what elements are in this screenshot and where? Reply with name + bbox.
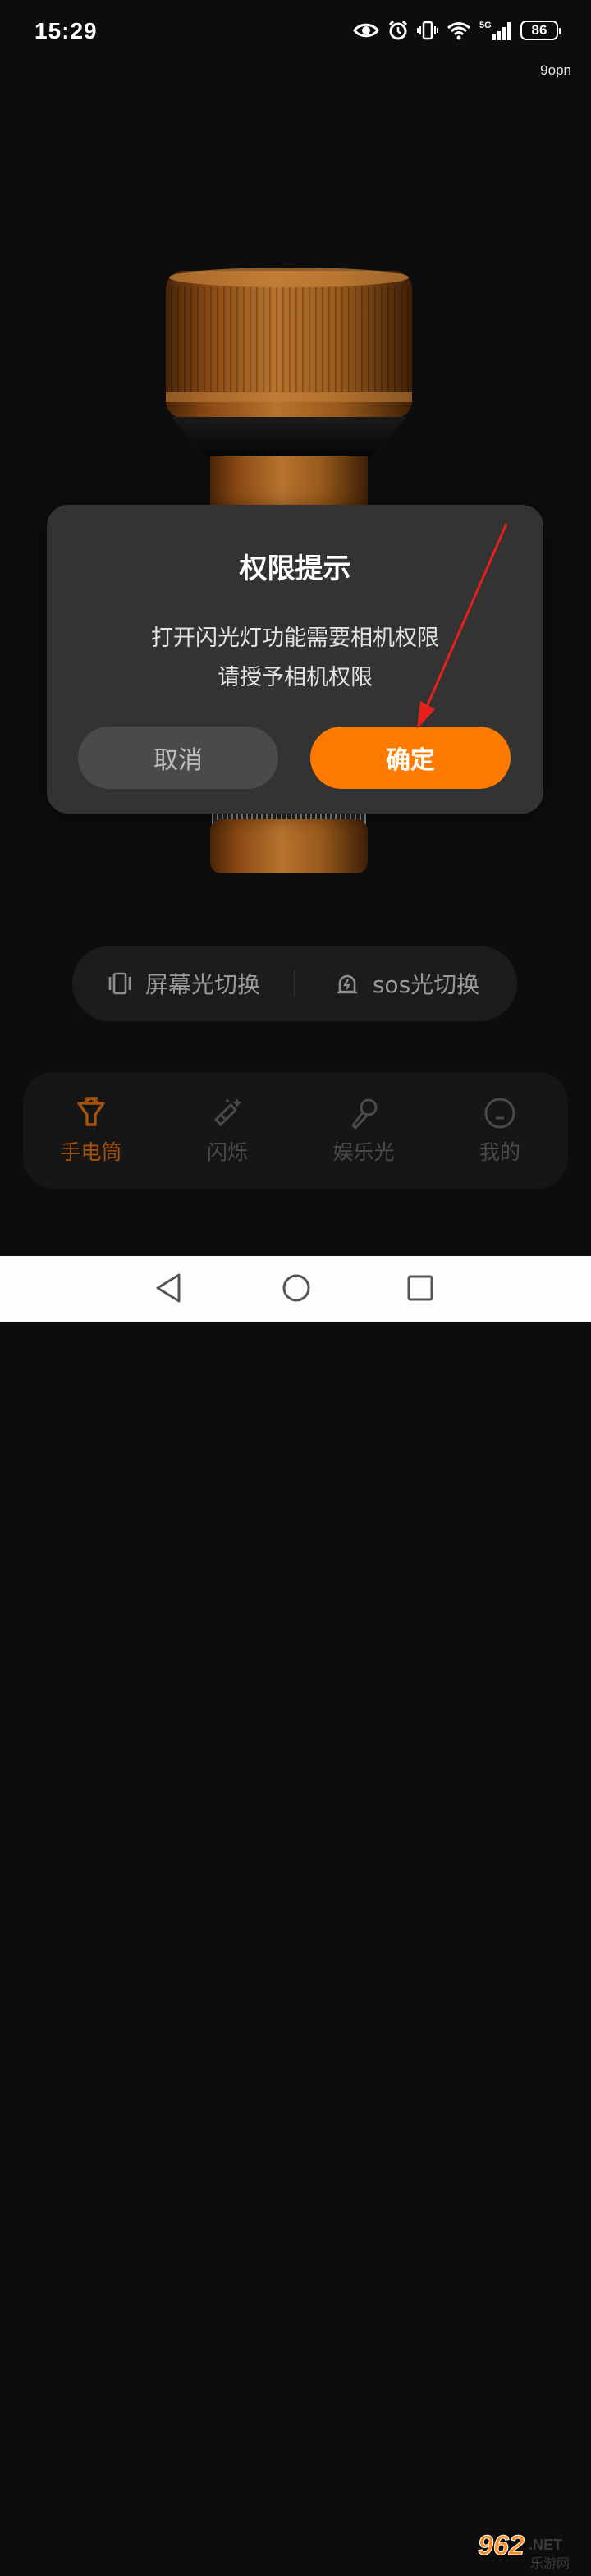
nav-label-profile: 我的 <box>479 1140 520 1164</box>
dialog-message: 打开闪光灯功能需要相机权限 请授予相机权限 <box>47 619 543 698</box>
screen-vibrate-icon <box>108 972 131 995</box>
nav-item-profile[interactable]: 我的 <box>432 1095 568 1166</box>
microphone-icon <box>351 1098 378 1130</box>
dialog-title: 权限提示 <box>239 552 351 585</box>
confirm-button[interactable]: 确定 <box>310 727 511 789</box>
profile-icon <box>484 1098 515 1129</box>
watermark-number: 962 <box>478 2530 525 2561</box>
system-nav-bar: 962 .NET 乐游网 <box>0 1256 591 2571</box>
recents-icon[interactable] <box>405 1272 435 1304</box>
watermark-cn: 乐游网 <box>530 2555 570 2571</box>
dialog-message-line2: 请授予相机权限 <box>218 665 373 690</box>
watermark-suffix: .NET <box>529 2537 562 2553</box>
permission-dialog: 权限提示 打开闪光灯功能需要相机权限 请授予相机权限 取消 确定 <box>47 505 543 814</box>
screen-light-label: 屏幕光切换 <box>144 971 260 998</box>
siren-icon <box>337 974 357 994</box>
mode-switch-bar: 屏幕光切换 sos光切换 <box>72 946 517 1021</box>
nav-label-flashlight: 手电筒 <box>60 1140 122 1164</box>
flashlight-icon <box>77 1097 105 1126</box>
watermark-logo: 962 .NET 乐游网 <box>478 2527 584 2573</box>
nav-item-flash[interactable]: 闪烁 <box>159 1095 296 1166</box>
sos-light-label: sos光切换 <box>372 971 480 998</box>
magic-wand-icon <box>213 1098 242 1127</box>
nav-label-flash: 闪烁 <box>206 1140 248 1164</box>
nav-item-flashlight[interactable]: 手电筒 <box>23 1095 159 1166</box>
bottom-nav: 手电筒 闪烁 娱乐光 我的 <box>23 1072 568 1189</box>
home-icon[interactable] <box>282 1272 311 1304</box>
dialog-message-line1: 打开闪光灯功能需要相机权限 <box>151 626 439 651</box>
sos-light-toggle[interactable]: sos光切换 <box>296 967 517 1000</box>
nav-label-entertainment: 娱乐光 <box>332 1140 395 1164</box>
screen-light-toggle[interactable]: 屏幕光切换 <box>72 967 294 1000</box>
nav-item-entertainment[interactable]: 娱乐光 <box>296 1095 432 1166</box>
back-icon[interactable] <box>154 1272 182 1304</box>
cancel-button[interactable]: 取消 <box>78 727 278 789</box>
